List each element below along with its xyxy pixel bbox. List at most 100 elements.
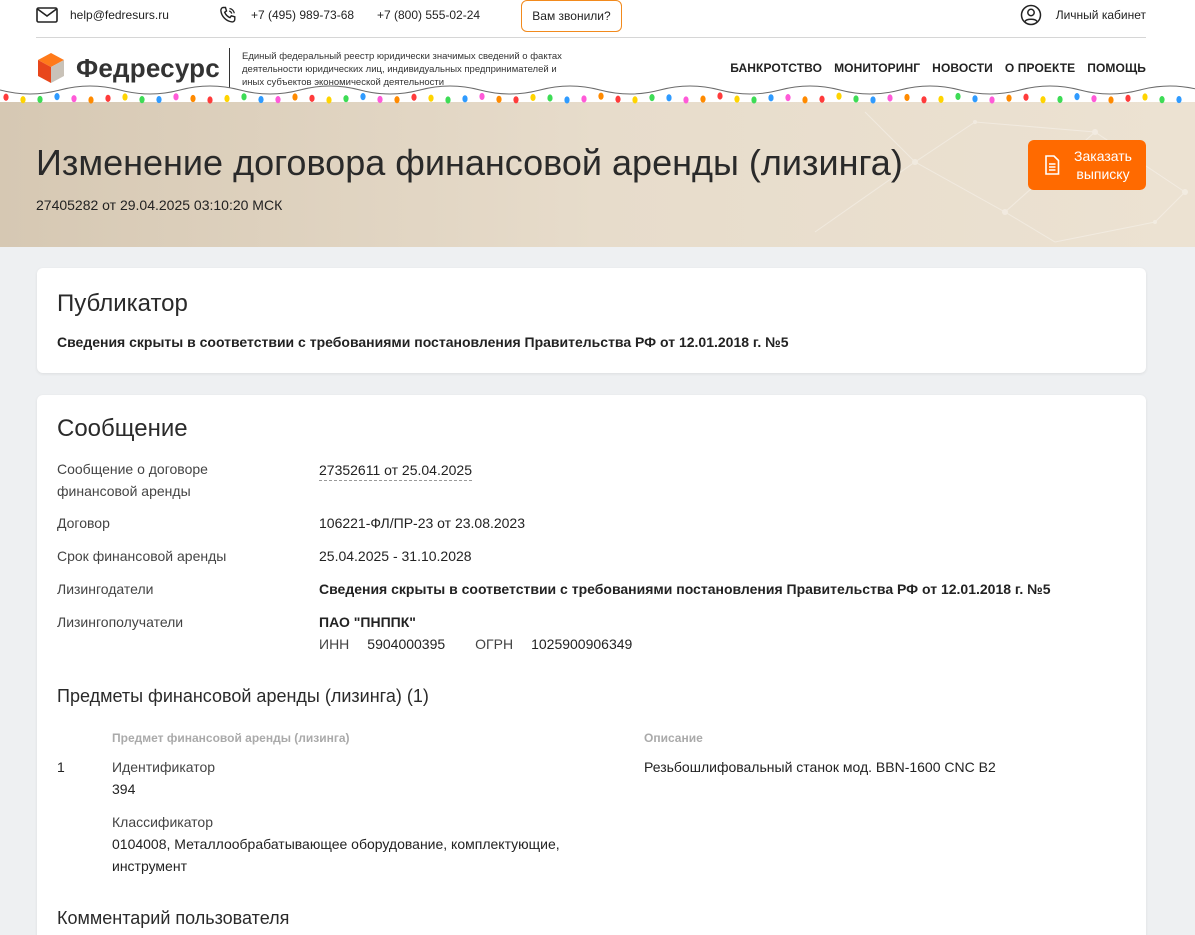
- garland-bulb: [428, 94, 434, 102]
- row-label: Срок финансовой аренды: [57, 548, 227, 564]
- row-value: ПАО "ПНППК": [319, 614, 416, 630]
- page-hero: Изменение договора финансовой аренды (ли…: [0, 102, 1195, 247]
- garland-bulb: [1125, 94, 1131, 102]
- row-label: Договор: [57, 515, 110, 531]
- logo-name: Федресурс: [76, 52, 220, 83]
- garland-bulb: [445, 96, 451, 104]
- message-number-date: 27405282 от 29.04.2025 03:10:20 МСК: [36, 197, 283, 213]
- phone-link-2[interactable]: +7 (800) 555-02-24: [377, 0, 480, 30]
- garland-bulb: [887, 94, 893, 102]
- subject-description: Резьбошлифовальный станок мод. BBN-1600 …: [644, 759, 996, 775]
- subjects-title: Предметы финансовой аренды (лизинга) (1): [57, 686, 429, 706]
- garland-bulb: [37, 95, 43, 104]
- phone-icon: [220, 6, 236, 23]
- email-text: help@fedresurs.ru: [70, 8, 169, 22]
- garland-bulb: [547, 94, 553, 102]
- subjects-header-description: Описание: [644, 731, 703, 745]
- garland-bulb: [1142, 93, 1148, 101]
- subject-class-label: Классификатор: [112, 814, 214, 830]
- garland-bulb: [1074, 93, 1080, 101]
- phone-link-1[interactable]: +7 (495) 989-73-68: [219, 0, 354, 30]
- cabinet-text: Личный кабинет: [1055, 8, 1146, 22]
- subject-number: 1: [57, 759, 65, 775]
- site-logo[interactable]: Федресурс: [36, 52, 220, 84]
- garland-bulb: [1159, 96, 1165, 104]
- ogrn-label: ОГРН: [475, 636, 514, 652]
- row-label: Лизингодатели: [57, 581, 154, 597]
- garland-bulb: [88, 96, 94, 104]
- garland-bulb: [649, 94, 655, 102]
- garland-bulb: [343, 95, 349, 103]
- subjects-header-subject: Предмет финансовой аренды (лизинга): [112, 731, 350, 745]
- ogrn-value: 1025900906349: [531, 636, 633, 652]
- garland-bulb: [462, 95, 468, 103]
- garland-bulb: [853, 95, 859, 103]
- garland-bulb: [768, 94, 774, 102]
- personal-cabinet-link[interactable]: Личный кабинет: [1020, 0, 1146, 30]
- garland-bulb: [3, 93, 9, 101]
- garland-bulb: [513, 96, 519, 104]
- garland-bulb: [292, 93, 298, 101]
- phone-text-2: +7 (800) 555-02-24: [377, 8, 481, 22]
- comment-title: Комментарий пользователя: [57, 908, 290, 928]
- garland-bulb: [71, 95, 77, 103]
- garland-bulb: [479, 92, 485, 101]
- garland-bulb: [309, 94, 315, 102]
- nav-help[interactable]: ПОМОЩЬ: [1087, 61, 1146, 75]
- garland-bulb: [122, 93, 128, 101]
- garland-bulb: [1108, 96, 1114, 104]
- garland-bulb: [1091, 95, 1097, 103]
- garland-bulb: [785, 94, 791, 102]
- phone-text-1: +7 (495) 989-73-68: [251, 8, 355, 22]
- garland-bulb: [734, 95, 740, 103]
- holiday-garland: [0, 85, 1195, 104]
- garland-bulb: [530, 93, 536, 102]
- publisher-title: Публикатор: [57, 290, 188, 317]
- page-title: Изменение договора финансовой аренды (ли…: [36, 142, 903, 183]
- nav-bankruptcy[interactable]: БАНКРОТСТВО: [730, 61, 822, 75]
- row-label: Сообщение о договоре финансовой аренды: [57, 461, 208, 499]
- nav-monitoring[interactable]: МОНИТОРИНГ: [834, 61, 920, 75]
- email-link[interactable]: help@fedresurs.ru: [36, 0, 169, 30]
- order-extract-label: Заказать выписку: [1074, 148, 1132, 182]
- subject-class-value: 0104008, Металлообрабатывающее оборудова…: [112, 836, 560, 874]
- garland-bulb: [139, 96, 145, 104]
- garland-bulb: [836, 92, 842, 100]
- subject-id-value: 394: [112, 781, 136, 797]
- garland-bulb: [870, 96, 876, 104]
- lessee-ids: ИНН 5904000395 ОГРН 1025900906349: [319, 633, 662, 655]
- main-nav: БАНКРОТСТВО МОНИТОРИНГ НОВОСТИ О ПРОЕКТЕ…: [730, 61, 1146, 75]
- garland-bulb: [921, 96, 927, 104]
- garland-bulb: [598, 92, 604, 100]
- document-icon: [1045, 155, 1060, 175]
- garland-bulb: [955, 92, 961, 101]
- order-extract-button[interactable]: Заказать выписку: [1028, 140, 1146, 190]
- mail-icon: [36, 7, 58, 23]
- logo-mark-icon: [38, 53, 64, 83]
- garland-bulb: [241, 93, 247, 101]
- publisher-text: Сведения скрыты в соответствии с требова…: [57, 334, 789, 350]
- garland-bulb: [615, 95, 621, 103]
- garland-bulb: [105, 94, 111, 102]
- inn-label: ИНН: [319, 636, 350, 652]
- garland-bulb: [1006, 94, 1012, 102]
- garland-bulb: [326, 96, 332, 104]
- garland-bulb: [683, 96, 689, 104]
- garland-bulb: [581, 95, 587, 103]
- nav-about[interactable]: О ПРОЕКТЕ: [1005, 61, 1075, 75]
- inn-value: 5904000395: [367, 636, 446, 652]
- garland-bulb: [904, 93, 910, 102]
- garland-bulb: [156, 95, 162, 104]
- garland-bulb: [377, 95, 383, 104]
- garland-bulb: [360, 93, 366, 101]
- garland-bulb: [411, 93, 417, 101]
- garland-bulb: [751, 96, 757, 104]
- call-check-button[interactable]: Вам звонили?: [521, 0, 622, 32]
- garland-bulb: [938, 95, 944, 103]
- lease-message-link[interactable]: 27352611 от 25.04.2025: [319, 461, 472, 481]
- row-label: Лизингополучатели: [57, 614, 184, 630]
- garland-bulb: [207, 96, 213, 104]
- garland-bulb: [275, 96, 281, 104]
- garland-bulb: [394, 96, 400, 104]
- nav-news[interactable]: НОВОСТИ: [932, 61, 993, 75]
